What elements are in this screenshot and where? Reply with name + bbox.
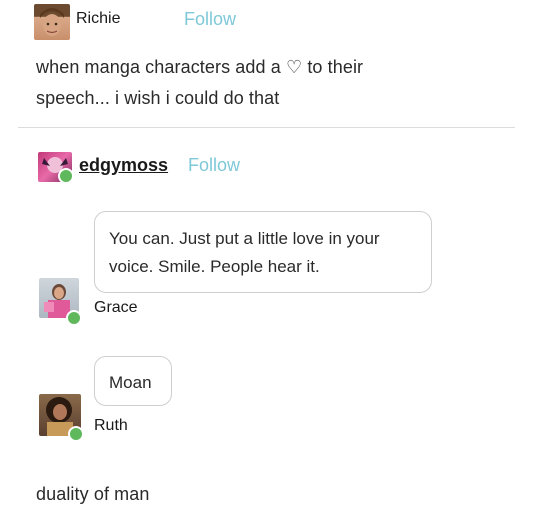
post-follow-button[interactable]: Follow	[184, 9, 236, 30]
post-text-line-1: when manga characters add a ♡ to their	[36, 57, 364, 78]
post-text-line-2: speech... i wish i could do that	[36, 88, 280, 108]
post-text: when manga characters add a ♡ to their s…	[36, 52, 516, 113]
reblog-follow-button[interactable]: Follow	[188, 155, 240, 176]
post-divider	[18, 127, 515, 128]
richie-avatar[interactable]	[34, 4, 70, 40]
message-text-grace-line-1: You can. Just put a little love in your	[109, 229, 380, 248]
grace-reblog-icon	[66, 310, 82, 326]
richie-avatar-image	[40, 8, 64, 36]
grace-name: Grace	[94, 299, 138, 316]
reblog-caption: duality of man	[36, 484, 150, 504]
message-text-ruth: Moan	[109, 373, 152, 392]
message-bubble-grace: You can. Just put a little love in your …	[94, 211, 432, 293]
message-bubble-ruth: Moan	[94, 356, 172, 406]
heart-icon: ♡	[285, 57, 303, 78]
post-username[interactable]: Richie	[76, 10, 120, 28]
ruth-reblog-icon	[68, 426, 84, 442]
reblog-username[interactable]: edgymoss	[79, 155, 168, 176]
ruth-name: Ruth	[94, 417, 128, 434]
reblog-icon	[58, 168, 74, 184]
message-text-grace-line-2: voice. Smile. People hear it.	[109, 257, 320, 276]
